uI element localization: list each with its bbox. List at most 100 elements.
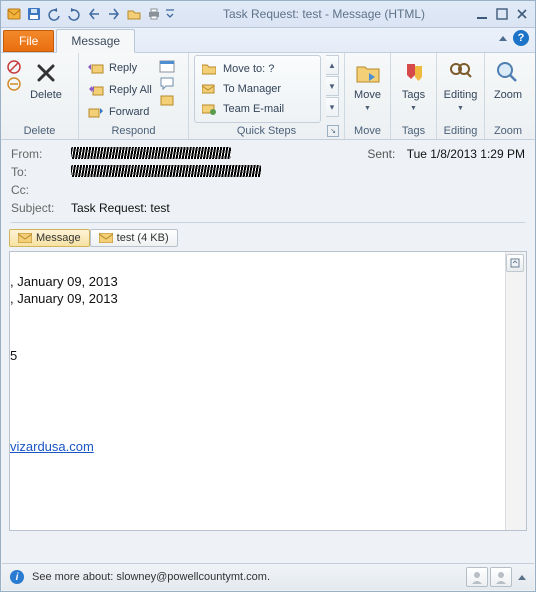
group-respond: Reply Reply All Forward [79, 53, 189, 139]
group-label-tags: Tags [396, 124, 431, 139]
delete-icon [32, 59, 60, 87]
envelope-icon [18, 233, 32, 243]
close-button[interactable] [513, 5, 531, 23]
status-text: See more about: slowney@powellcountymt.c… [32, 571, 270, 583]
sent-value: Tue 1/8/2013 1:29 PM [407, 147, 525, 161]
maximize-button[interactable] [493, 5, 511, 23]
to-value [71, 165, 525, 181]
window-controls [473, 5, 531, 23]
from-value [71, 147, 367, 163]
group-tags: Tags▼ Tags [391, 53, 437, 139]
zoom-icon [494, 59, 522, 87]
from-label: From: [11, 147, 71, 163]
message-attachment-tabs: Message test (4 KB) [1, 229, 535, 251]
im-icon[interactable] [159, 75, 175, 91]
delete-button[interactable]: Delete [25, 55, 67, 101]
customize-qat-icon[interactable] [165, 5, 175, 23]
body-scrollbar[interactable] [505, 252, 526, 530]
next-item-icon[interactable] [105, 5, 123, 23]
group-label-zoom: Zoom [490, 124, 526, 139]
tab-message[interactable]: Message [56, 29, 135, 53]
save-icon[interactable] [25, 5, 43, 23]
gallery-down-icon[interactable]: ▼ [326, 76, 339, 96]
redo-icon[interactable] [65, 5, 83, 23]
group-quick-steps: Move to: ? To Manager Team E-mail ▲ ▼ ▾ [189, 53, 345, 139]
junk-icon[interactable] [6, 76, 22, 92]
quick-step-team-email[interactable]: Team E-mail [196, 99, 319, 119]
group-editing: Editing▼ Editing [437, 53, 485, 139]
meeting-icon[interactable] [159, 58, 175, 74]
expand-header-icon[interactable] [506, 254, 524, 272]
reply-all-button[interactable]: Reply All [84, 79, 156, 101]
help-icon[interactable]: ? [513, 30, 529, 46]
move-button[interactable]: Move▼ [350, 55, 385, 115]
gallery-more-icon[interactable]: ▾ [326, 97, 339, 117]
body-line-1: , January 09, 2013 [10, 274, 516, 289]
minimize-ribbon-icon[interactable] [499, 36, 507, 41]
contact-photo-2[interactable] [490, 567, 512, 587]
tab-attachment[interactable]: test (4 KB) [90, 229, 178, 247]
reply-button[interactable]: Reply [84, 57, 156, 79]
message-window: Task Request: test - Message (HTML) File… [0, 0, 536, 592]
minimize-button[interactable] [473, 5, 491, 23]
team-email-icon [201, 101, 217, 117]
zoom-button[interactable]: Zoom [490, 55, 526, 101]
subject-value: Task Request: test [71, 201, 525, 217]
cc-value [71, 183, 525, 199]
group-delete: Delete Delete [1, 53, 79, 139]
ignore-icon[interactable] [6, 59, 22, 75]
print-icon[interactable] [145, 5, 163, 23]
group-label-delete: Delete [6, 124, 73, 139]
find-icon [447, 59, 475, 87]
folder-move-icon [201, 61, 217, 77]
previous-item-icon[interactable] [85, 5, 103, 23]
quick-step-to-manager[interactable]: To Manager [196, 79, 319, 99]
reply-all-icon [88, 82, 104, 98]
sent-label: Sent: [367, 147, 395, 161]
contact-photo-1[interactable] [466, 567, 488, 587]
to-manager-icon [201, 81, 217, 97]
ribbon: Delete Delete Reply Reply All [1, 53, 535, 140]
body-link[interactable]: vizardusa.com [10, 439, 94, 454]
gallery-up-icon[interactable]: ▲ [326, 55, 339, 75]
group-label-quicksteps: Quick Steps ↘ [194, 124, 339, 139]
quick-access-toolbar [5, 5, 175, 23]
quick-step-move-to[interactable]: Move to: ? [196, 59, 319, 79]
editing-button[interactable]: Editing▼ [442, 55, 479, 115]
more-respond-icon[interactable] [159, 92, 175, 108]
quick-steps-spin: ▲ ▼ ▾ [326, 55, 339, 117]
tab-file[interactable]: File [3, 30, 54, 52]
body-line-3: 5 [10, 348, 516, 363]
move-to-folder-icon[interactable] [125, 5, 143, 23]
people-pane: i See more about: slowney@powellcountymt… [2, 563, 534, 590]
tab-message-body[interactable]: Message [9, 229, 90, 247]
ribbon-tabs: File Message ? [1, 28, 535, 53]
move-icon [354, 59, 382, 87]
subject-label: Subject: [11, 201, 71, 217]
forward-button[interactable]: Forward [84, 101, 156, 123]
group-move: Move▼ Move [345, 53, 391, 139]
group-label-move: Move [350, 124, 385, 139]
info-icon: i [10, 570, 24, 584]
quick-steps-gallery[interactable]: Move to: ? To Manager Team E-mail [194, 55, 321, 123]
tags-button[interactable]: Tags▼ [396, 55, 431, 115]
group-zoom: Zoom Zoom [485, 53, 531, 139]
forward-icon [88, 104, 104, 120]
message-body[interactable]: , January 09, 2013 , January 09, 2013 5 … [9, 251, 527, 531]
outlook-icon [5, 5, 23, 23]
cc-label: Cc: [11, 183, 71, 199]
expand-people-pane-icon[interactable] [514, 575, 526, 580]
title-bar: Task Request: test - Message (HTML) [1, 1, 535, 28]
undo-icon[interactable] [45, 5, 63, 23]
tags-icon [400, 59, 428, 87]
message-headers: From: Sent: Tue 1/8/2013 1:29 PM To: Cc:… [1, 140, 535, 229]
to-label: To: [11, 165, 71, 181]
window-title: Task Request: test - Message (HTML) [175, 7, 473, 21]
header-divider [11, 222, 525, 223]
group-label-respond: Respond [84, 124, 183, 139]
body-line-2: , January 09, 2013 [10, 291, 516, 306]
quick-steps-launcher-icon[interactable]: ↘ [327, 125, 339, 137]
envelope-icon [99, 233, 113, 243]
reply-icon [88, 60, 104, 76]
group-label-editing: Editing [442, 124, 479, 139]
